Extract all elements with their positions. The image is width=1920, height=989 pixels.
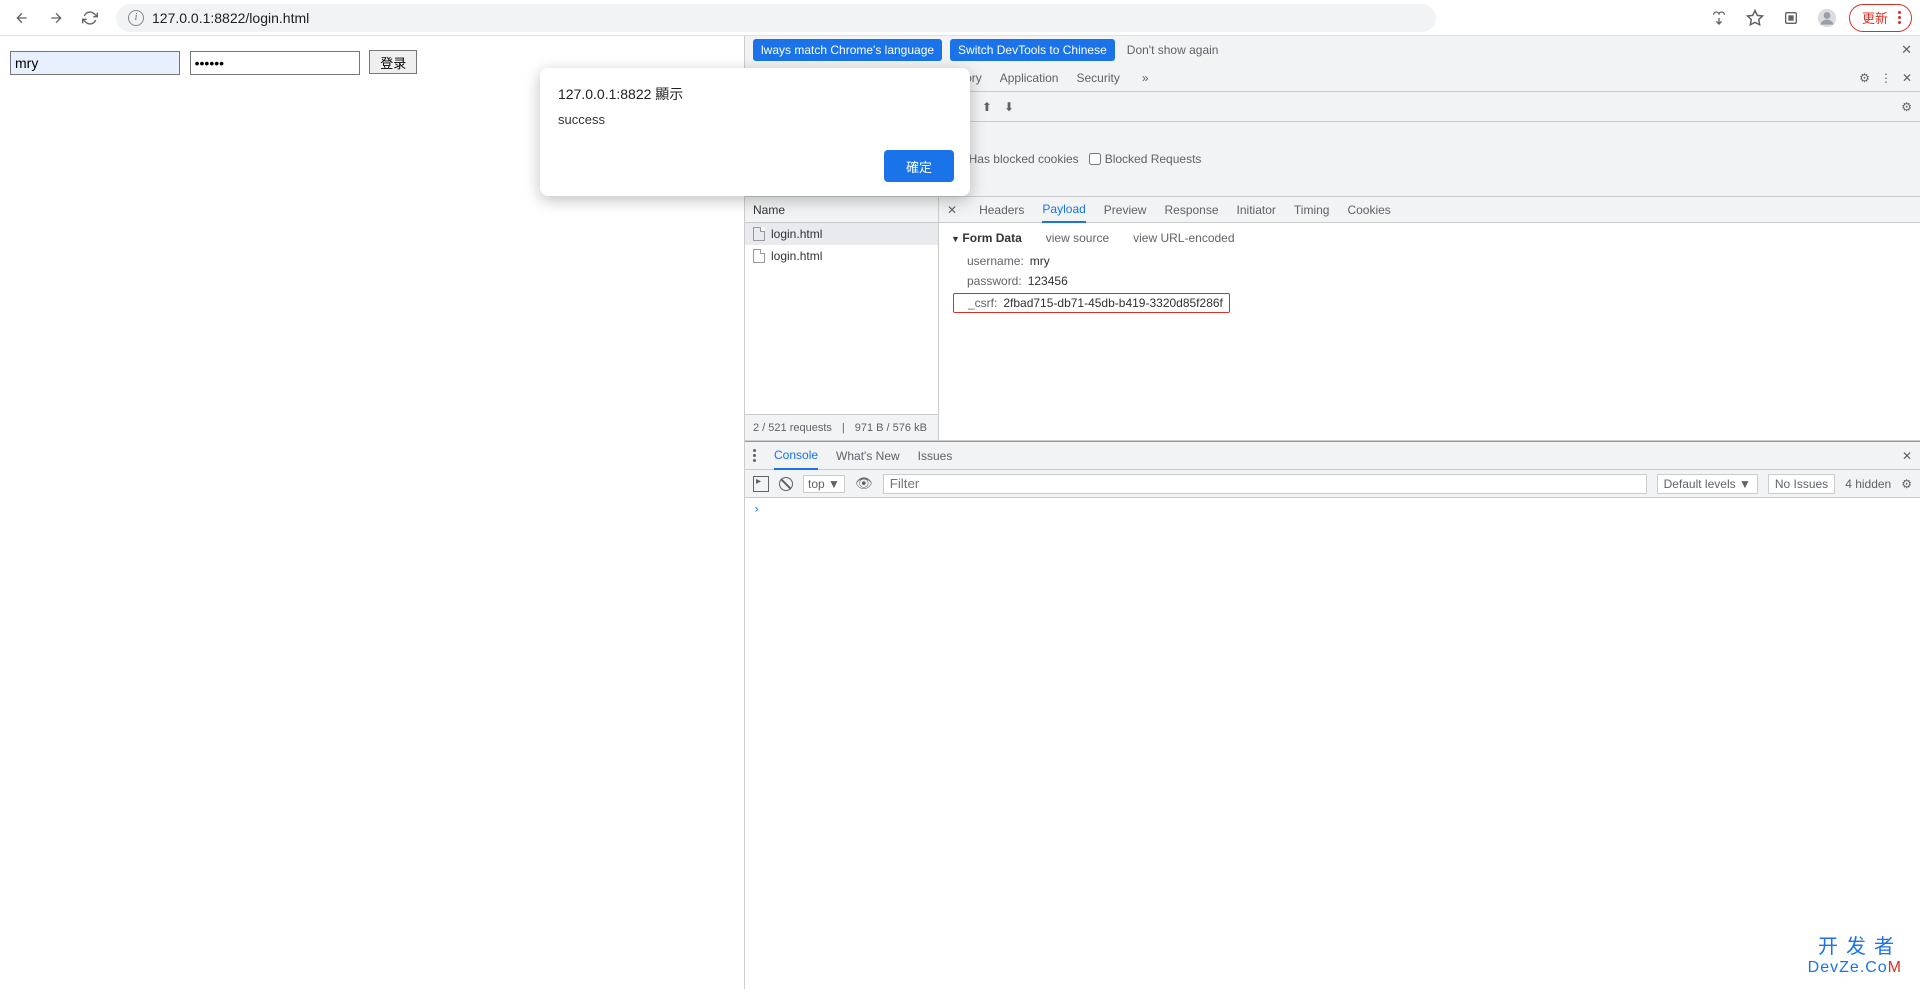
drawer-menu-icon[interactable] (753, 449, 756, 462)
dtab-initiator[interactable]: Initiator (1237, 198, 1276, 222)
devtools-close-icon[interactable]: ✕ (1902, 71, 1912, 85)
update-button[interactable]: 更新 (1849, 4, 1912, 32)
detail-close-icon[interactable]: ✕ (947, 203, 957, 217)
bookmark-star-icon[interactable] (1741, 4, 1769, 32)
devtools-infobar: lways match Chrome's language Switch Dev… (745, 36, 1920, 64)
drawer-close-icon[interactable]: ✕ (1902, 449, 1912, 463)
console-toolbar: top ▼ 👁 Default levels ▼ No Issues 4 hid… (745, 470, 1920, 498)
address-bar[interactable]: i (116, 4, 1436, 32)
payload-row-password: password:123456 (951, 271, 1908, 291)
share-icon[interactable] (1705, 4, 1733, 32)
browser-toolbar: i 更新 (0, 0, 1920, 36)
payload-row-csrf-highlighted: _csrf:2fbad715-db71-45db-b419-3320d85f28… (953, 293, 1230, 313)
file-icon (753, 227, 765, 241)
drawer-tab-issues[interactable]: Issues (918, 449, 953, 463)
dtab-response[interactable]: Response (1164, 198, 1218, 222)
view-source-link[interactable]: view source (1046, 231, 1109, 245)
extensions-icon[interactable] (1777, 4, 1805, 32)
request-item[interactable]: login.html (745, 245, 938, 267)
payload-row-username: username:mry (951, 251, 1908, 271)
js-alert-dialog: 127.0.0.1:8822 顯示 success 確定 (540, 68, 970, 196)
back-button[interactable] (8, 4, 36, 32)
password-input[interactable] (190, 51, 360, 75)
reload-button[interactable] (76, 4, 104, 32)
alert-title: 127.0.0.1:8822 顯示 (558, 84, 952, 104)
request-detail: ✕ Headers Payload Preview Response Initi… (939, 197, 1920, 440)
drawer-tab-console[interactable]: Console (774, 442, 818, 470)
infobar-close-icon[interactable]: ✕ (1901, 42, 1912, 58)
request-list-header[interactable]: Name (745, 197, 938, 223)
forward-button[interactable] (42, 4, 70, 32)
file-icon (753, 249, 765, 263)
dtab-cookies[interactable]: Cookies (1347, 198, 1390, 222)
dtab-timing[interactable]: Timing (1294, 198, 1330, 222)
console-prompt[interactable]: › (745, 498, 1920, 520)
alert-ok-button[interactable]: 確定 (884, 150, 954, 182)
drawer-tab-whatsnew[interactable]: What's New (836, 449, 900, 463)
network-main: Name login.html login.html 2 / 521 reque… (745, 197, 1920, 441)
site-info-icon[interactable]: i (128, 10, 144, 26)
dont-show-again-link[interactable]: Don't show again (1127, 43, 1219, 57)
blocked-requests-checkbox[interactable]: Blocked Requests (1089, 148, 1202, 170)
network-settings-icon[interactable]: ⚙ (1901, 100, 1912, 114)
alert-message: success (558, 112, 952, 127)
url-input[interactable] (152, 10, 1424, 26)
more-tabs-icon[interactable]: » (1142, 71, 1149, 85)
log-levels-select[interactable]: Default levels ▼ (1657, 474, 1758, 494)
login-button[interactable]: 登录 (369, 50, 417, 74)
console-sidebar-toggle-icon[interactable] (753, 476, 769, 492)
tab-security[interactable]: Security (1076, 65, 1119, 91)
live-expression-icon[interactable]: 👁 (855, 475, 873, 492)
menu-dots-icon (1892, 11, 1907, 24)
update-label: 更新 (1862, 8, 1888, 27)
match-language-button[interactable]: lways match Chrome's language (753, 39, 942, 61)
has-blocked-cookies-checkbox[interactable]: Has blocked cookies (953, 148, 1079, 170)
detail-tabs: ✕ Headers Payload Preview Response Initi… (939, 197, 1920, 223)
username-input[interactable] (10, 51, 180, 75)
dtab-payload[interactable]: Payload (1042, 197, 1085, 223)
clear-console-icon[interactable] (779, 477, 793, 491)
switch-chinese-button[interactable]: Switch DevTools to Chinese (950, 39, 1115, 61)
payload-body: Form Data view source view URL-encoded u… (939, 223, 1920, 321)
request-item[interactable]: login.html (745, 223, 938, 245)
dtab-headers[interactable]: Headers (979, 198, 1024, 222)
no-issues-badge[interactable]: No Issues (1768, 474, 1835, 494)
view-url-encoded-link[interactable]: view URL-encoded (1133, 231, 1234, 245)
request-list: Name login.html login.html 2 / 521 reque… (745, 197, 939, 440)
console-filter-input[interactable] (883, 474, 1647, 494)
console-drawer: Console What's New Issues ✕ top ▼ 👁 Defa… (745, 441, 1920, 520)
request-status-bar: 2 / 521 requests | 971 B / 576 kB (745, 414, 938, 440)
drawer-tabs: Console What's New Issues ✕ (745, 442, 1920, 470)
download-icon[interactable]: ⬇ (1004, 100, 1014, 114)
profile-icon[interactable] (1813, 4, 1841, 32)
watermark: 开发者 DevZe.CoM (1808, 930, 1902, 977)
console-settings-icon[interactable]: ⚙ (1901, 477, 1912, 491)
devtools-menu-icon[interactable]: ⋮ (1880, 71, 1892, 85)
form-data-section-title[interactable]: Form Data (951, 231, 1022, 245)
hidden-count: 4 hidden (1845, 477, 1891, 491)
dtab-preview[interactable]: Preview (1104, 198, 1147, 222)
settings-gear-icon[interactable]: ⚙ (1859, 71, 1870, 85)
context-selector[interactable]: top ▼ (803, 475, 845, 493)
tab-application[interactable]: Application (1000, 65, 1059, 91)
upload-icon[interactable]: ⬆ (982, 100, 992, 114)
